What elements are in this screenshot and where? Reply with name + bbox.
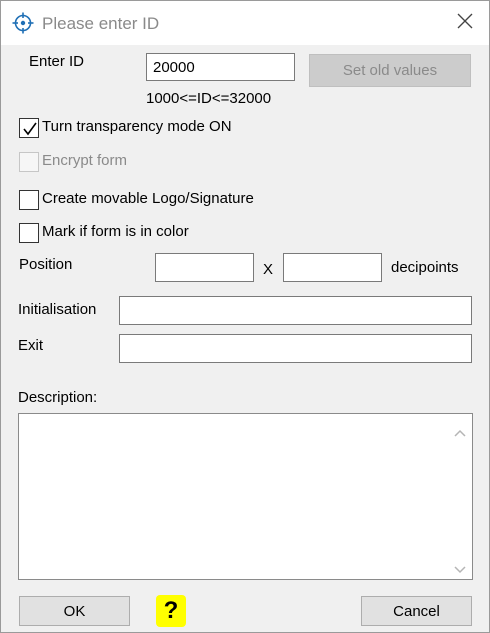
checkbox-label: Mark if form is in color bbox=[42, 223, 189, 240]
position-separator: X bbox=[263, 261, 274, 278]
description-textarea[interactable] bbox=[18, 413, 473, 580]
dialog-window: Please enter ID Enter ID Set old values … bbox=[0, 0, 490, 633]
close-icon bbox=[457, 13, 473, 33]
color-checkbox[interactable] bbox=[19, 223, 39, 243]
id-input[interactable] bbox=[146, 53, 295, 81]
question-mark-icon: ? bbox=[163, 597, 179, 624]
scroll-down-icon[interactable] bbox=[454, 561, 466, 578]
transparency-checkbox[interactable] bbox=[19, 118, 39, 138]
initialisation-input[interactable] bbox=[119, 296, 472, 325]
initialisation-label: Initialisation bbox=[18, 301, 97, 318]
enter-id-label: Enter ID bbox=[29, 53, 85, 70]
position-label: Position bbox=[19, 256, 73, 273]
logo-checkbox[interactable] bbox=[19, 190, 39, 210]
ok-button[interactable]: OK bbox=[19, 596, 130, 626]
description-scrollbar[interactable] bbox=[448, 414, 472, 579]
exit-input[interactable] bbox=[119, 334, 472, 363]
exit-label: Exit bbox=[18, 337, 44, 354]
position-y-input[interactable] bbox=[283, 253, 382, 282]
position-unit: decipoints bbox=[391, 259, 459, 276]
checkbox-label: Turn transparency mode ON bbox=[42, 118, 232, 135]
set-old-values-button[interactable]: Set old values bbox=[309, 54, 471, 87]
encrypt-checkbox[interactable] bbox=[19, 152, 39, 172]
checkbox-label: Encrypt form bbox=[42, 152, 128, 169]
scroll-up-icon[interactable] bbox=[454, 424, 466, 441]
close-button[interactable] bbox=[449, 7, 481, 39]
checkbox-label: Create movable Logo/Signature bbox=[42, 190, 254, 207]
position-x-input[interactable] bbox=[155, 253, 254, 282]
title-bar: Please enter ID bbox=[1, 1, 489, 45]
checkmark-icon bbox=[23, 122, 37, 136]
window-title: Please enter ID bbox=[42, 14, 160, 33]
help-button[interactable]: ? bbox=[156, 595, 186, 627]
id-range-hint: 1000<=ID<=32000 bbox=[146, 90, 272, 107]
description-label: Description: bbox=[18, 389, 98, 406]
crosshair-target-icon bbox=[12, 12, 34, 34]
cancel-button[interactable]: Cancel bbox=[361, 596, 472, 626]
